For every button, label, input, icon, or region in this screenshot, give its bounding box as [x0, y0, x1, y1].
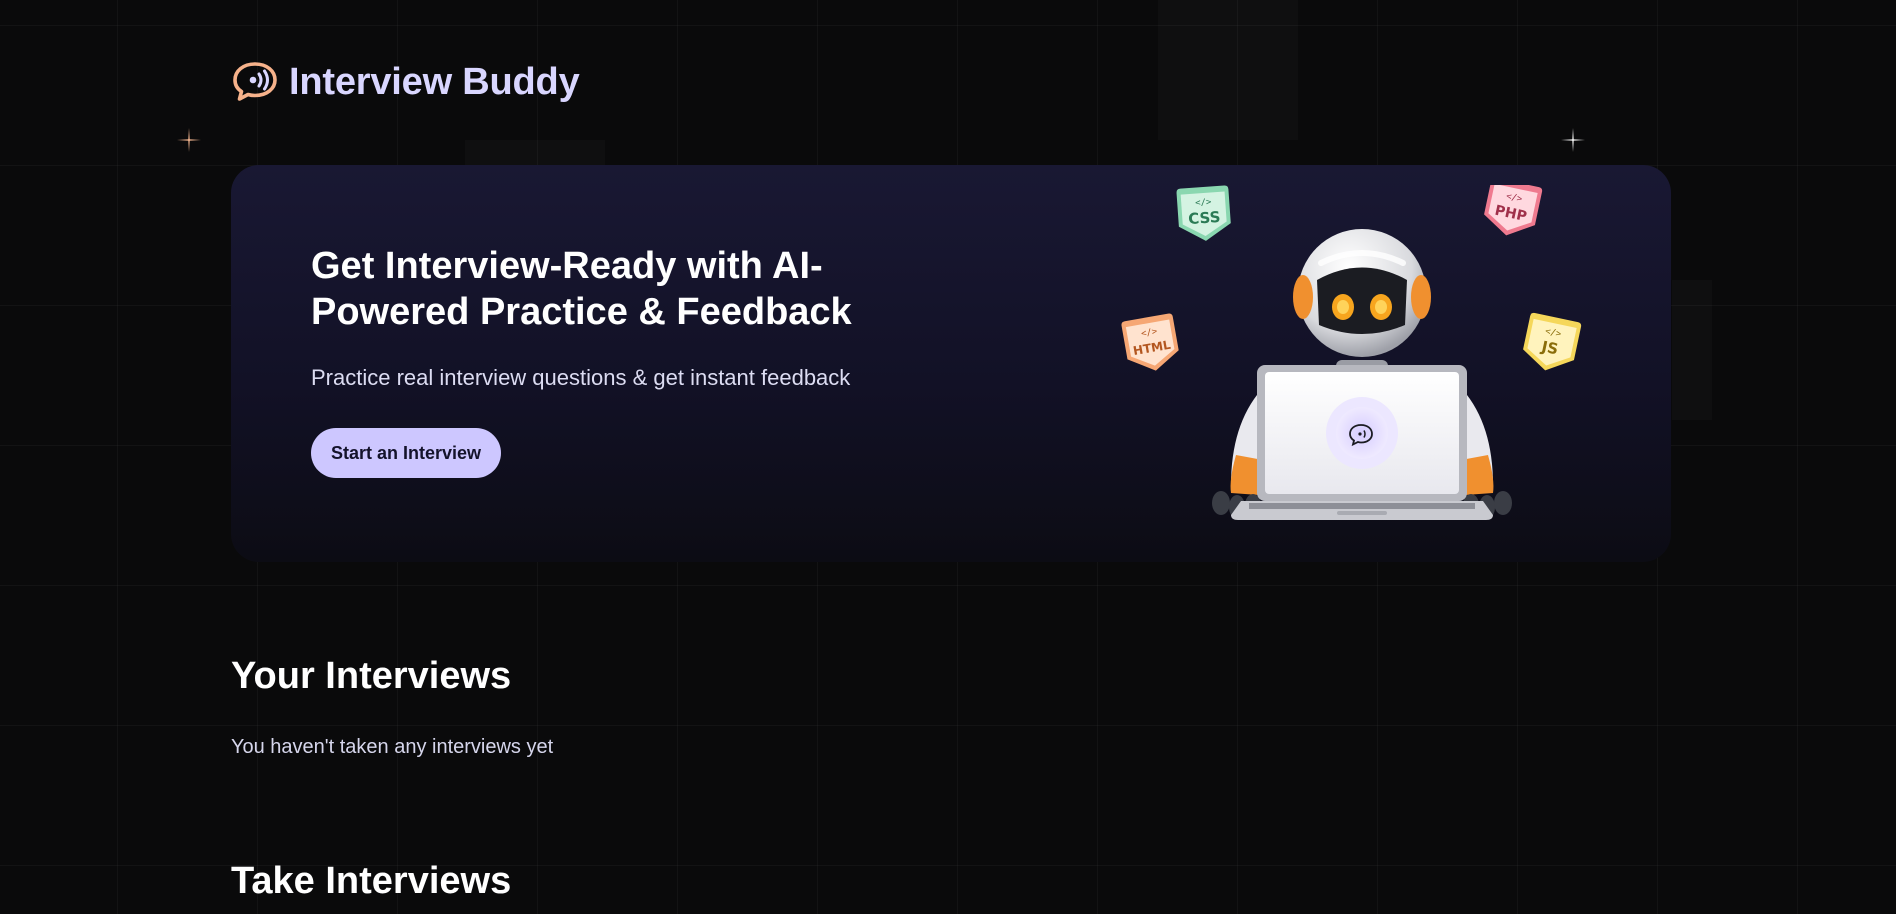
take-interviews-heading: Take Interviews: [231, 860, 512, 902]
your-interviews-heading: Your Interviews: [231, 655, 512, 697]
php-badge-icon: </> PHP: [1484, 185, 1543, 236]
hero-banner: Get Interview-Ready with AI-Powered Prac…: [231, 165, 1671, 562]
sparkle-decoration: [177, 128, 201, 152]
page: Interview Buddy Get Interview-Ready with…: [0, 0, 1896, 914]
svg-text:</>: </>: [1195, 197, 1212, 208]
background-square: [1158, 0, 1298, 140]
start-interview-button[interactable]: Start an Interview: [311, 428, 502, 478]
no-interviews-message: You haven't taken any interviews yet: [231, 736, 554, 758]
svg-text:CSS: CSS: [1188, 208, 1221, 228]
robot-laptop-illustration: </> CSS </> PHP </> HTML </> JS: [1121, 185, 1582, 520]
svg-text:JS: JS: [1539, 337, 1560, 358]
hero-title: Get Interview-Ready with AI-Powered Prac…: [311, 245, 852, 333]
chat-bubble-sound-icon: [233, 62, 277, 101]
app-name: Interview Buddy: [289, 60, 580, 103]
background-square: [1672, 280, 1712, 420]
js-badge-icon: </> JS: [1523, 312, 1582, 371]
html-badge-icon: </> HTML: [1121, 313, 1179, 371]
hero-subtitle: Practice real interview questions & get …: [311, 365, 851, 390]
brand-header[interactable]: Interview Buddy: [231, 60, 580, 104]
css-badge-icon: </> CSS: [1176, 185, 1231, 241]
laptop: [1231, 365, 1493, 520]
sparkle-decoration: [1561, 128, 1585, 152]
robot-head: [1293, 229, 1431, 357]
